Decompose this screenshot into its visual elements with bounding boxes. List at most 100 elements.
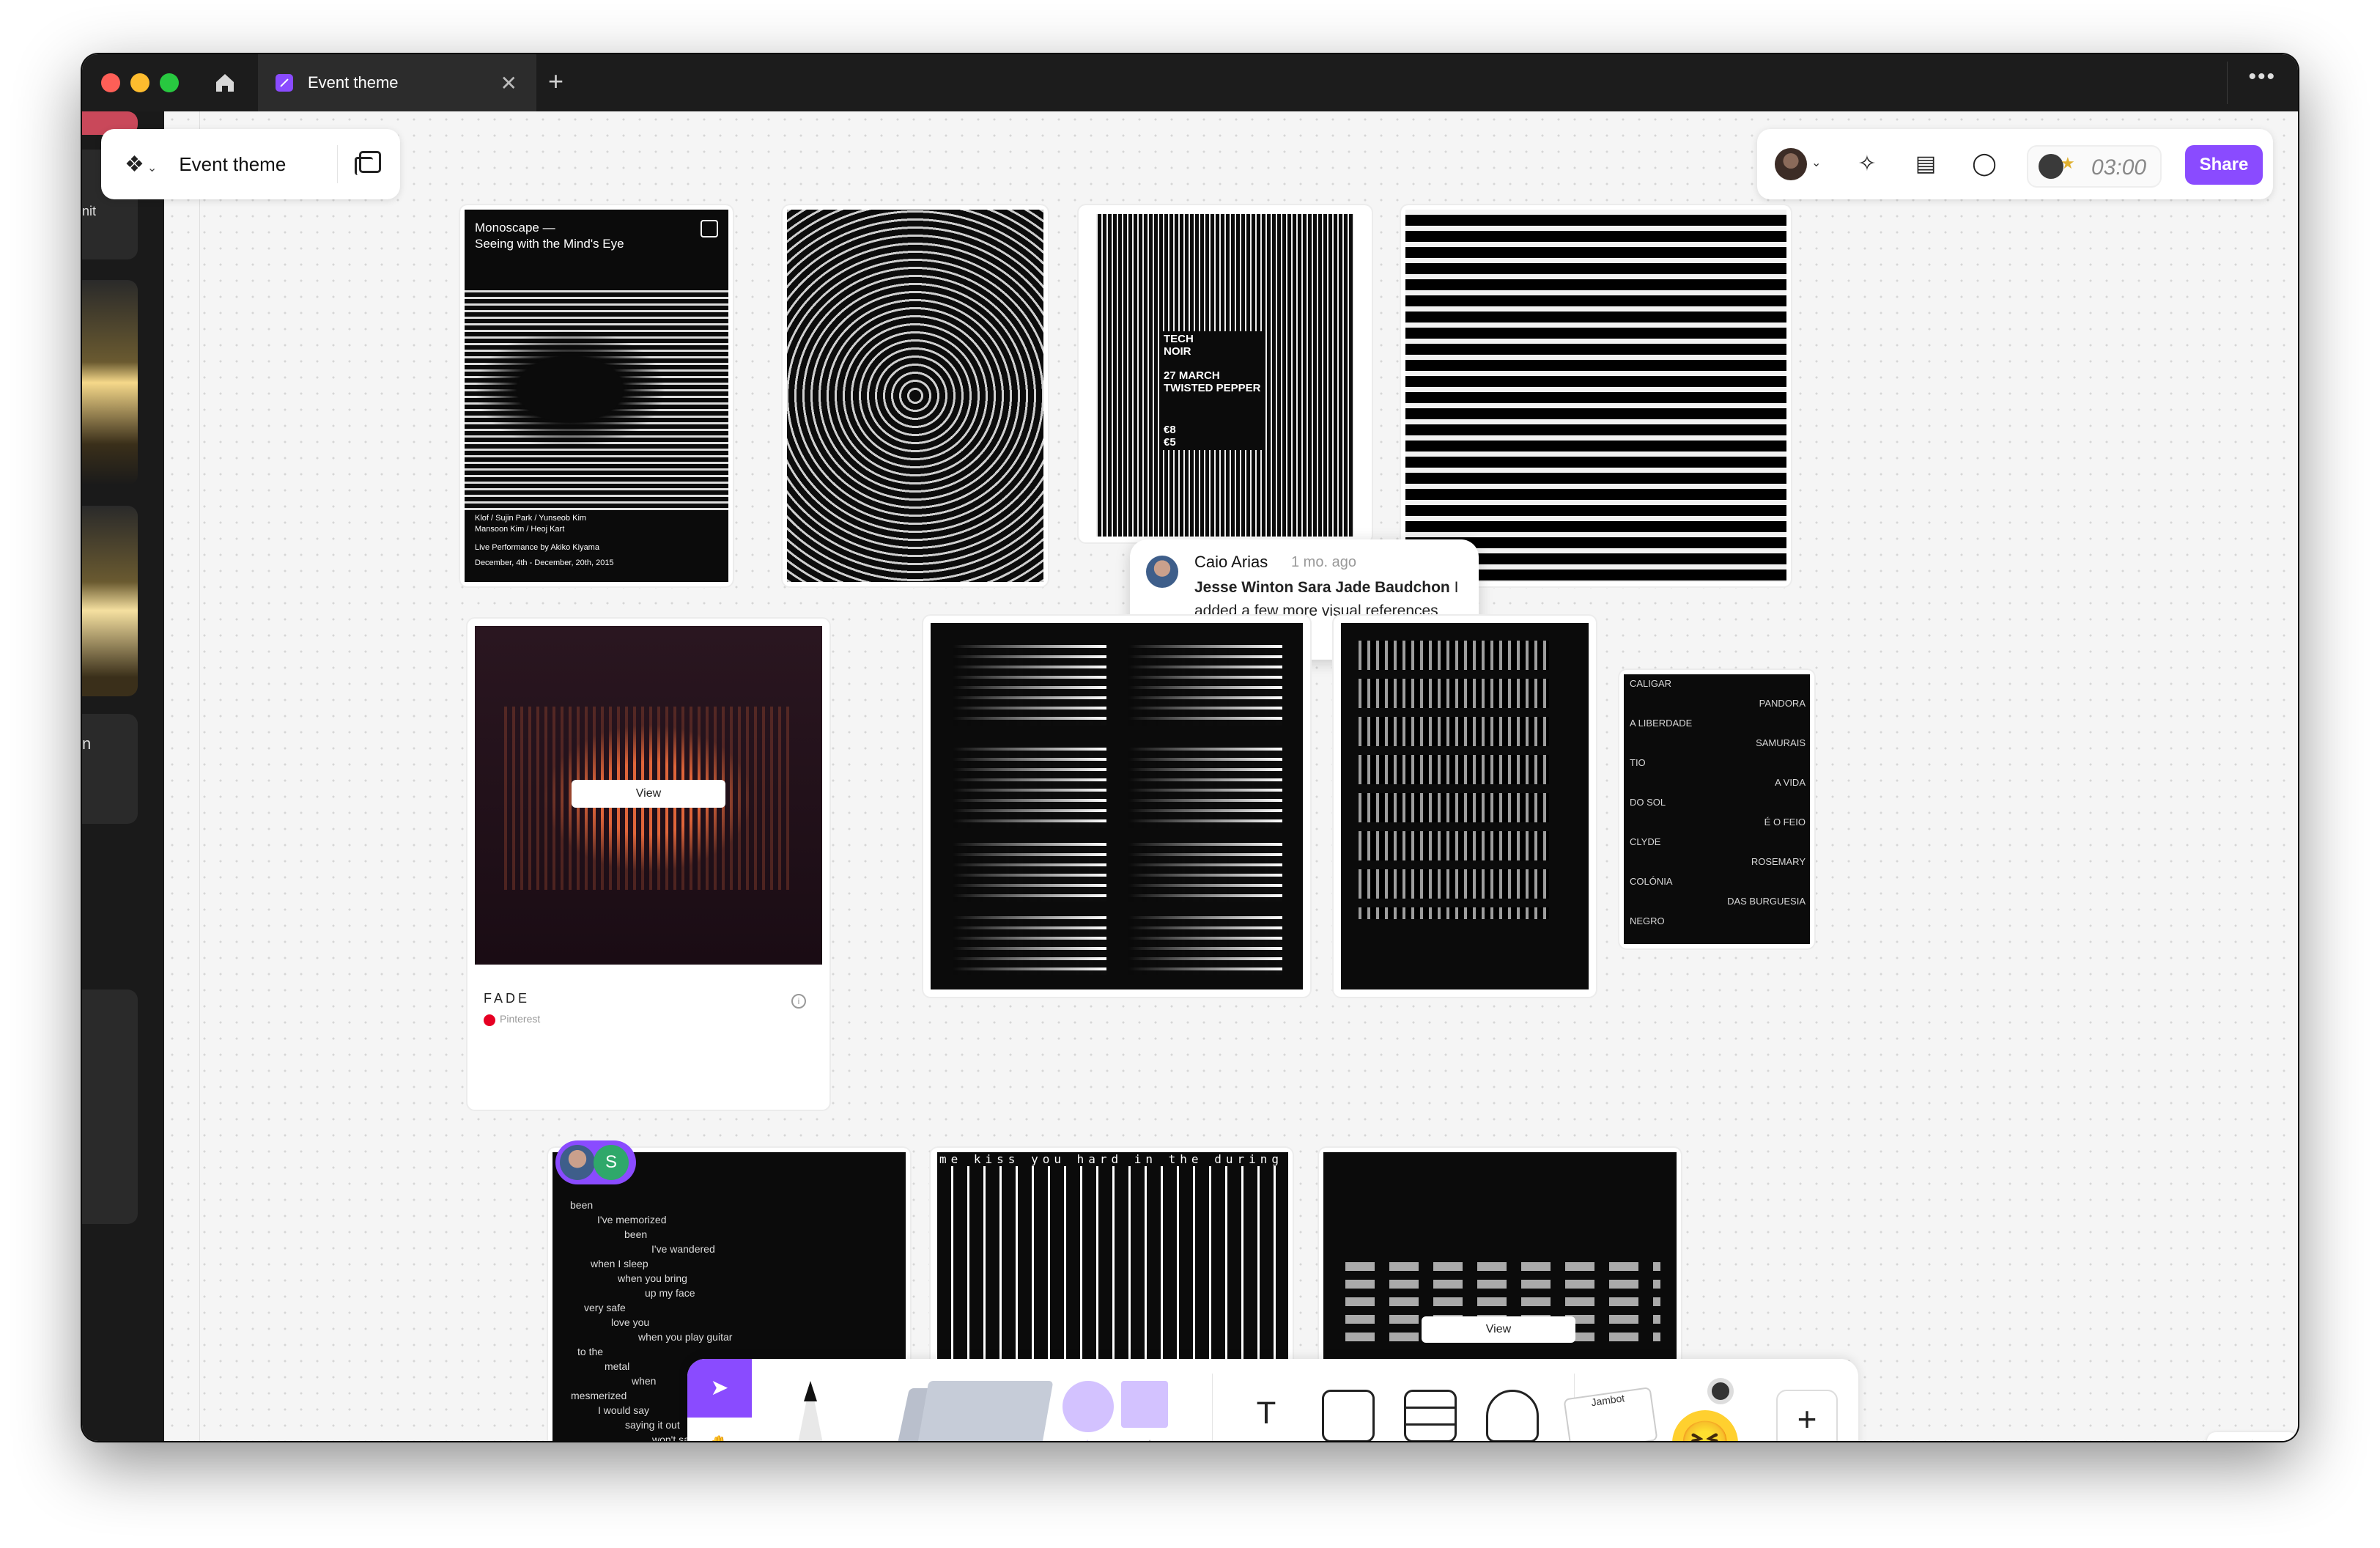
left-peek-panel: nit n [82,111,164,1441]
lyric-line: when you bring [618,1272,687,1284]
chip-divider [337,145,338,183]
poster-card-rings[interactable] [783,205,1048,586]
poster-line: NOIR [1164,345,1191,358]
zoom-in-button[interactable]: + [2266,1438,2281,1441]
credit-line: Mansoon Kim / Heoj Kart [475,525,565,534]
share-button[interactable]: Share [2185,145,2263,185]
shape-circle-icon[interactable] [1062,1381,1114,1432]
streak-block [1128,916,1282,975]
poster-card-streaks[interactable] [923,616,1310,997]
lyric-line: I've wandered [651,1243,715,1255]
peek-text: n [82,734,92,753]
word-line: A VIDA [1775,777,1806,788]
streak-block [953,748,1106,828]
poster-card-words[interactable]: CALIGAR PANDORA A LIBERDADE SAMURAIS TIO A VI… [1619,670,1814,948]
camera-icon[interactable] [1707,1378,1734,1404]
user-avatar[interactable] [1775,148,1807,180]
streak-block [1128,748,1282,828]
poster-image: View [475,626,822,965]
poster-card-wide-stripes[interactable] [1401,205,1791,586]
card-source: Pinterest [500,1013,541,1025]
word-line: É O FEIO [1764,817,1806,828]
connector-arrow-icon[interactable]: ↱ [1136,1435,1161,1441]
poster-line: €5 [1164,436,1176,449]
timer-value: 03:00 [2091,155,2147,180]
shape-square-icon[interactable] [1121,1381,1168,1428]
title-bar: Event theme ✕ + ••• [82,54,2298,111]
zoom-out-button[interactable]: − [2220,1438,2236,1441]
poster-image: Monoscape — Seeing with the Mind's Eye K… [465,210,728,582]
poster-image: TECH NOIR 27 MARCH TWISTED PEPPER €8 €5 [1096,214,1354,537]
minimize-window-button[interactable] [130,73,149,92]
more-options-button[interactable]: ••• [2248,64,2276,89]
lyric-line: been [624,1228,648,1240]
figjam-file-icon [276,74,293,92]
lyric-line: love you [611,1316,650,1328]
comment-time: 1 mo. ago [1291,554,1356,570]
home-icon [216,74,234,92]
section-tool-icon[interactable] [1322,1390,1375,1441]
credit-line: December, 4th - December, 20th, 2015 [475,559,614,567]
poster-card-monoscape[interactable]: Monoscape — Seeing with the Mind's Eye K… [460,205,733,586]
lyric-line: to the [577,1346,604,1357]
file-name[interactable]: Event theme [179,153,286,176]
word-line: TIO [1630,757,1646,768]
streak-block [1128,843,1282,902]
lyric-line: very safe [584,1302,626,1313]
new-tab-button[interactable]: + [548,66,563,97]
timer-widget[interactable]: ★ 03:00 [2027,145,2162,188]
view-button[interactable]: View [572,780,725,808]
poster-card-technoir[interactable]: TECH NOIR 27 MARCH TWISTED PEPPER €8 €5 [1079,205,1372,542]
hand-tool-icon[interactable]: ✋ [687,1419,752,1441]
word-line: DAS BURGUESIA [1727,896,1806,907]
home-button[interactable] [208,67,242,98]
streak-block [953,843,1106,902]
comment-mention: Jesse Winton Sara Jade Baudchon [1194,579,1450,596]
matrix-line: me kiss you hard in the during r [939,1152,1284,1166]
marker-tip-icon [804,1381,817,1401]
figma-logo-icon[interactable]: ❖ ⌄ [125,152,157,177]
comments-icon[interactable]: ◯ [1971,151,1998,177]
word-line: CLYDE [1630,836,1661,847]
stamp-tool-icon[interactable] [1486,1390,1539,1441]
jambot-widget[interactable]: Jambot [1563,1387,1658,1441]
collaborator-avatar-s: S [594,1145,629,1180]
text-tool-icon[interactable]: T [1240,1390,1293,1441]
peek-card [82,506,138,696]
more-tools-button[interactable]: + [1776,1390,1838,1441]
titlebar-divider [2227,62,2228,104]
pages-icon[interactable] [355,151,381,175]
tab-event-theme[interactable]: Event theme ✕ [258,54,536,111]
select-tool-icon[interactable]: ➤ [687,1359,752,1418]
poster-card-type-grid[interactable] [1334,616,1596,997]
comment-author: Caio Arias [1194,553,1268,571]
poster-logo-icon [701,220,718,237]
ai-sparkle-icon[interactable]: ✧ [1854,151,1880,177]
word-list: CALIGAR PANDORA A LIBERDADE SAMURAIS TIO A VI… [1630,677,1806,935]
shape-triangle-icon[interactable] [1065,1440,1109,1441]
info-icon[interactable]: i [791,994,806,1009]
tab-close-icon[interactable]: ✕ [500,71,517,95]
peek-card [82,989,138,1224]
maximize-window-button[interactable] [160,73,179,92]
sticky-note-tool[interactable] [912,1381,1054,1441]
close-window-button[interactable] [101,73,120,92]
commenter-avatar [1146,556,1178,588]
poster-line: €8 [1164,424,1176,436]
word-line: CALIGAR [1630,678,1672,689]
poster-text-block: TECH NOIR 27 MARCH TWISTED PEPPER €8 €5 [1162,331,1263,450]
poster-credits: Klof / Sujin Park / Yunseob Kim Mansoon … [475,513,614,569]
emoji-reaction-icon[interactable]: 😆 [1672,1410,1738,1441]
poster-title: Monoscape — Seeing with the Mind's Eye [475,220,624,252]
view-button[interactable]: View [1422,1316,1575,1343]
poster-line: 27 MARCH [1164,369,1220,382]
table-tool-icon[interactable] [1404,1390,1457,1441]
layout-panel-icon[interactable]: ▤ [1912,151,1939,177]
pinterest-card-fade[interactable]: View FADE Pinterest i [468,619,829,1110]
word-line: PANDORA [1759,698,1806,709]
chevron-down-icon[interactable]: ⌄ [1811,155,1821,170]
peek-card [82,280,138,485]
poster-image: CALIGAR PANDORA A LIBERDADE SAMURAIS TIO A VI… [1624,674,1810,944]
poster-image [1341,623,1589,989]
peek-card: n [82,714,138,824]
